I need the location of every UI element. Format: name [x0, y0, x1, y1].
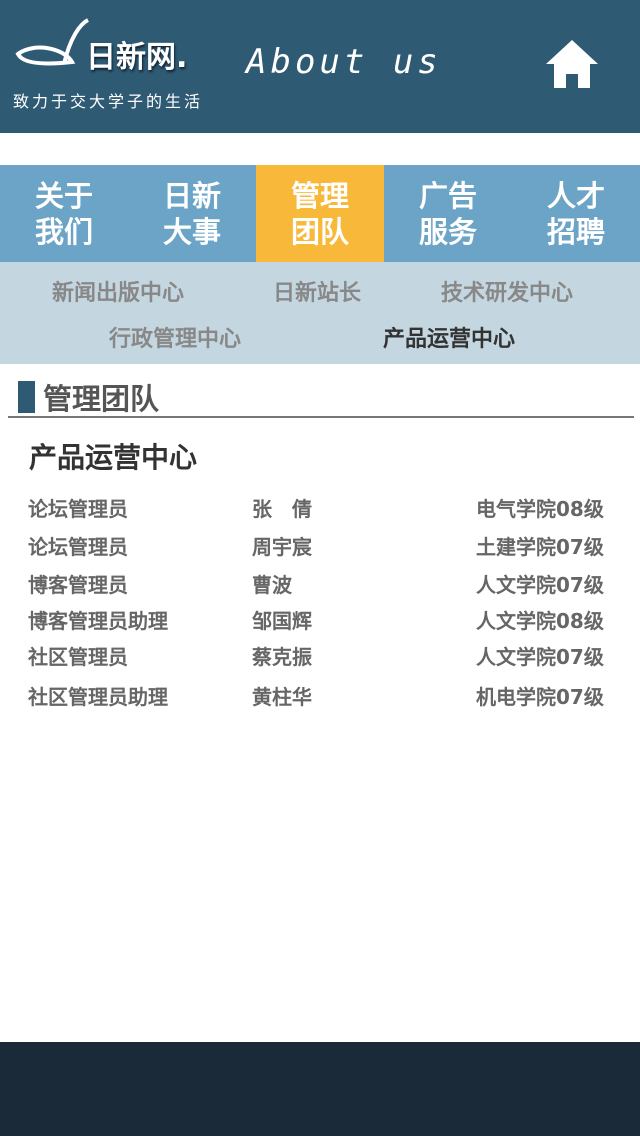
nav-events[interactable]: 日新大事 [128, 165, 256, 262]
section-heading: 管理团队 [18, 376, 159, 418]
header: 日新网. 致力于交大学子的生活 About us [0, 0, 640, 133]
nav-jobs[interactable]: 人才招聘 [512, 165, 640, 262]
member-role: 论坛管理员 [28, 497, 128, 521]
subnav-admin[interactable]: 行政管理中心 [109, 321, 241, 353]
member-name: 周宇宸 [252, 535, 312, 559]
member-role: 论坛管理员 [28, 535, 128, 559]
home-icon[interactable] [546, 40, 598, 88]
nav-team[interactable]: 管理团队 [256, 165, 384, 262]
member-college: 土建学院07级 [476, 535, 604, 559]
slogan: 致力于交大学子的生活 [13, 92, 204, 111]
member-name: 邹国辉 [252, 609, 312, 633]
subnav-tech[interactable]: 技术研发中心 [441, 275, 573, 307]
heading-marker [18, 381, 35, 413]
nav-about[interactable]: 关于我们 [0, 165, 128, 262]
member-college: 人文学院07级 [476, 645, 604, 669]
logo-text: 日新网. [86, 40, 188, 75]
page-title: About us [246, 42, 442, 82]
main-nav: 关于我们 日新大事 管理团队 广告服务 人才招聘 [0, 165, 640, 262]
divider [8, 416, 634, 418]
member-college: 人文学院07级 [476, 573, 604, 597]
member-role: 博客管理员 [28, 573, 128, 597]
member-name: 张 倩 [252, 497, 312, 521]
member-role: 博客管理员助理 [28, 609, 168, 633]
nav-ads[interactable]: 广告服务 [384, 165, 512, 262]
member-college: 人文学院08级 [476, 609, 604, 633]
member-role: 社区管理员 [28, 645, 128, 669]
footer [0, 1042, 640, 1136]
section-title: 管理团队 [43, 382, 160, 416]
member-name: 曹波 [252, 573, 292, 597]
site-logo[interactable]: 日新网. [14, 18, 194, 75]
member-name: 黄柱华 [252, 685, 312, 709]
member-role: 社区管理员助理 [28, 685, 168, 709]
sub-nav: 新闻出版中心 日新站长 技术研发中心 行政管理中心 产品运营中心 [0, 262, 640, 364]
member-college: 机电学院07级 [476, 685, 604, 709]
subnav-product[interactable]: 产品运营中心 [383, 321, 515, 353]
subnav-news[interactable]: 新闻出版中心 [52, 275, 184, 307]
logo-swirl-icon [15, 18, 90, 66]
subnav-webmaster[interactable]: 日新站长 [273, 275, 361, 307]
member-name: 蔡克振 [252, 645, 312, 669]
department-title: 产品运营中心 [29, 441, 198, 474]
member-college: 电气学院08级 [476, 497, 604, 521]
